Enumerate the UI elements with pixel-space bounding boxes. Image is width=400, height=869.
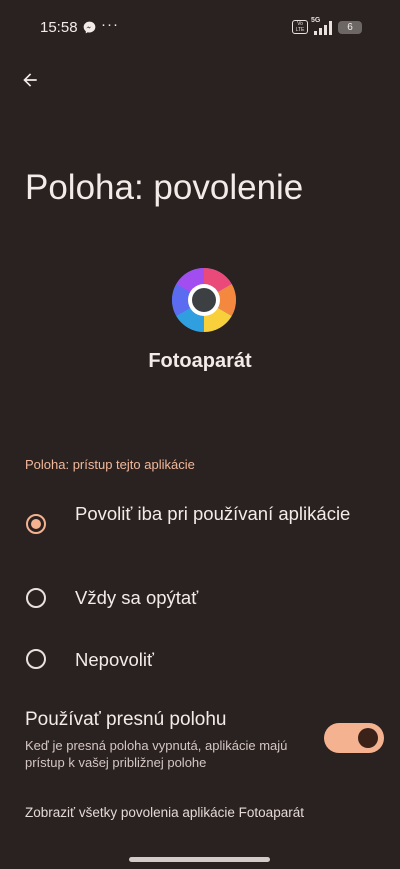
arrow-back-icon: [23, 73, 37, 87]
option-allow-while-using[interactable]: Povoliť iba pri používaní aplikácie: [0, 499, 400, 553]
option-label: Vždy sa opýtať: [75, 587, 199, 608]
precise-location-toggle[interactable]: [324, 723, 384, 753]
status-time: 15:58: [40, 19, 78, 36]
option-ask-every-time[interactable]: Vždy sa opýtať: [0, 583, 400, 613]
status-bar: 15:58 ··· Vo LTE 5G 6: [0, 0, 400, 56]
radio-button[interactable]: [26, 649, 46, 669]
volte-icon: Vo LTE: [292, 20, 308, 34]
camera-app-icon: [172, 268, 236, 332]
back-button[interactable]: [14, 64, 46, 96]
app-name: Fotoaparát: [148, 350, 252, 372]
page-title: Poloha: povolenie: [25, 168, 304, 207]
home-indicator[interactable]: [129, 857, 270, 862]
toggle-knob: [358, 728, 378, 748]
option-label: Nepovoliť: [75, 649, 154, 670]
battery-icon: 6: [338, 21, 362, 34]
all-permissions-link[interactable]: Zobraziť všetky povolenia aplikácie Foto…: [25, 805, 304, 820]
radio-button-selected[interactable]: [26, 514, 46, 534]
option-deny[interactable]: Nepovoliť: [0, 645, 400, 675]
precise-location-description: Keď je presná poloha vypnutá, aplikácie …: [25, 738, 288, 770]
precise-location-title: Používať presnú polohu: [25, 709, 227, 730]
option-label: Povoliť iba pri používaní aplikácie: [75, 503, 351, 524]
messenger-icon: [83, 21, 96, 34]
more-notifications-icon: ···: [101, 16, 119, 33]
radio-button[interactable]: [26, 588, 46, 608]
signal-strength-icon: [314, 21, 332, 35]
section-header: Poloha: prístup tejto aplikácie: [25, 457, 195, 472]
